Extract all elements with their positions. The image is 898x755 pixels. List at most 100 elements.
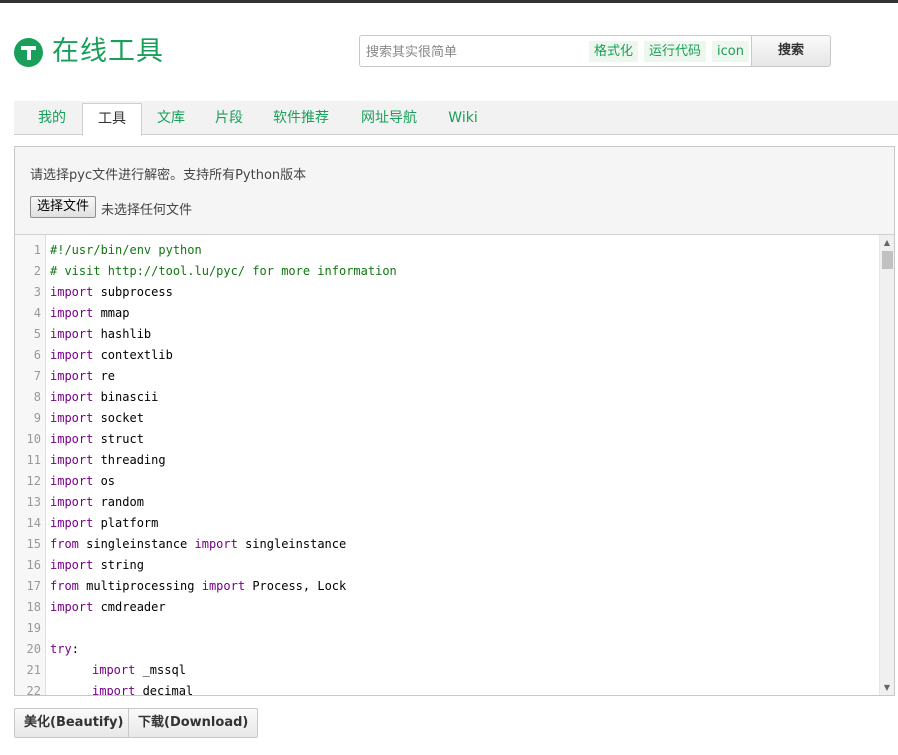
code-content: import threading [50,450,166,471]
code-content: import struct [50,429,144,450]
tab-nav[interactable]: 网址导航 [352,101,426,135]
code-line: 9 import socket [15,408,879,429]
line-number: 20 [26,642,41,656]
code-line: 1 #!/usr/bin/env python [15,240,879,261]
code-content: import platform [50,513,158,534]
code-content: import _mssql [92,660,186,681]
keyword-token: import [50,306,94,320]
keyword-token: import [50,369,94,383]
code-line: 21 import _mssql [15,660,879,681]
text-token: subprocess [93,285,173,299]
tab-tools[interactable]: 工具 [82,103,142,136]
text-token: platform [93,516,159,530]
code-line: 5 import hashlib [15,324,879,345]
text-token: _mssql [135,663,186,677]
text-token: cmdreader [93,600,166,614]
keyword-token: import [50,600,94,614]
line-number: 1 [33,243,41,257]
code-editor[interactable]: 1 #!/usr/bin/env python 2 # visit http://to… [15,234,894,695]
text-token: singleinstance [78,537,195,551]
code-content: import random [50,492,144,513]
keyword-token: import [50,348,94,362]
site-logo[interactable]: 在线工具 [14,36,164,68]
line-number: 7 [33,369,41,383]
code-line: 17 from multiprocessing import Process, L… [15,576,879,597]
keyword-token: import [50,516,94,530]
code-line: 14 import platform [15,513,879,534]
line-number: 13 [26,495,41,509]
code-content: import re [50,366,115,387]
code-line: 3 import subprocess [15,282,879,303]
line-number: 8 [33,390,41,404]
code-line: 8 import binascii [15,387,879,408]
text-token: string [93,558,144,572]
code-content: from multiprocessing import Process, Loc… [50,576,346,597]
line-number: 14 [26,516,41,530]
keyword-token: import [92,684,136,695]
pyc-decompile-panel: 请选择pyc文件进行解密。支持所有Python版本 选择文件 未选择任何文件 1… [14,146,895,696]
code-content: import binascii [50,387,158,408]
code-content: import subprocess [50,282,173,303]
tab-wiki[interactable]: Wiki [442,101,484,135]
text-token: multiprocessing [78,579,202,593]
beautify-button[interactable]: 美化(Beautify) [14,708,134,738]
code-content: import decimal [92,681,193,695]
top-border [0,0,898,3]
search-box: 格式化 运行代码 icon [359,35,753,67]
code-content: import string [50,555,144,576]
text-token: threading [93,453,166,467]
code-line: 11 import threading [15,450,879,471]
keyword-token: import [50,327,94,341]
search-quick-links: 格式化 运行代码 icon [589,41,749,62]
code-line: 19 [15,618,879,639]
quick-link-icon[interactable]: icon [712,41,749,62]
search-button[interactable]: 搜索 [751,35,831,67]
logo-t-icon [14,37,43,67]
text-token: contextlib [93,348,173,362]
code-line: 4 import mmap [15,303,879,324]
code-content: from singleinstance import singleinstanc… [50,534,346,555]
text-token: hashlib [93,327,152,341]
scroll-up-icon[interactable]: ▲ [880,237,894,249]
download-button[interactable]: 下载(Download) [128,708,259,738]
code-line: 10 import struct [15,429,879,450]
code-content: import mmap [50,303,129,324]
text-token: struct [93,432,144,446]
search-input[interactable] [366,42,586,62]
tab-snippets[interactable]: 片段 [202,101,256,135]
keyword-token: from [50,537,79,551]
line-number: 18 [26,600,41,614]
search-bar: 格式化 运行代码 icon 搜索 [359,35,831,67]
text-token: : [71,642,79,656]
keyword-token: import [201,579,246,593]
logo-text: 在线工具 [52,36,164,67]
code-content: import socket [50,408,144,429]
tab-software[interactable]: 软件推荐 [264,101,338,135]
line-number: 19 [26,621,41,635]
keyword-token: import [50,285,94,299]
tab-library[interactable]: 文库 [144,101,198,135]
keyword-token: import [50,432,94,446]
text-token: binascii [93,390,159,404]
main-tabs: 我的 工具 文库 片段 软件推荐 网址导航 Wiki [14,101,898,136]
code-line: 12 import os [15,471,879,492]
text-token: singleinstance [237,537,347,551]
quick-link-run-code[interactable]: 运行代码 [644,41,707,62]
line-number: 2 [33,264,41,278]
line-number: 17 [26,579,41,593]
tab-mine[interactable]: 我的 [24,101,80,135]
scroll-down-icon[interactable]: ▼ [880,682,894,694]
code-line: 13 import random [15,492,879,513]
keyword-token: from [50,579,79,593]
editor-scrollbar[interactable]: ▲ ▼ [879,235,894,695]
code-line: 20 try: [15,639,879,660]
line-number: 16 [26,558,41,572]
keyword-token: import [50,411,94,425]
comment-token: # visit http://tool.lu/pyc/ for more inf… [50,264,397,278]
choose-file-button[interactable]: 选择文件 [30,196,97,218]
text-token: re [93,369,116,383]
scroll-thumb[interactable] [882,251,893,269]
line-number: 4 [33,306,41,320]
quick-link-format[interactable]: 格式化 [589,41,639,62]
code-line: 2 # visit http://tool.lu/pyc/ for more in… [15,261,879,282]
